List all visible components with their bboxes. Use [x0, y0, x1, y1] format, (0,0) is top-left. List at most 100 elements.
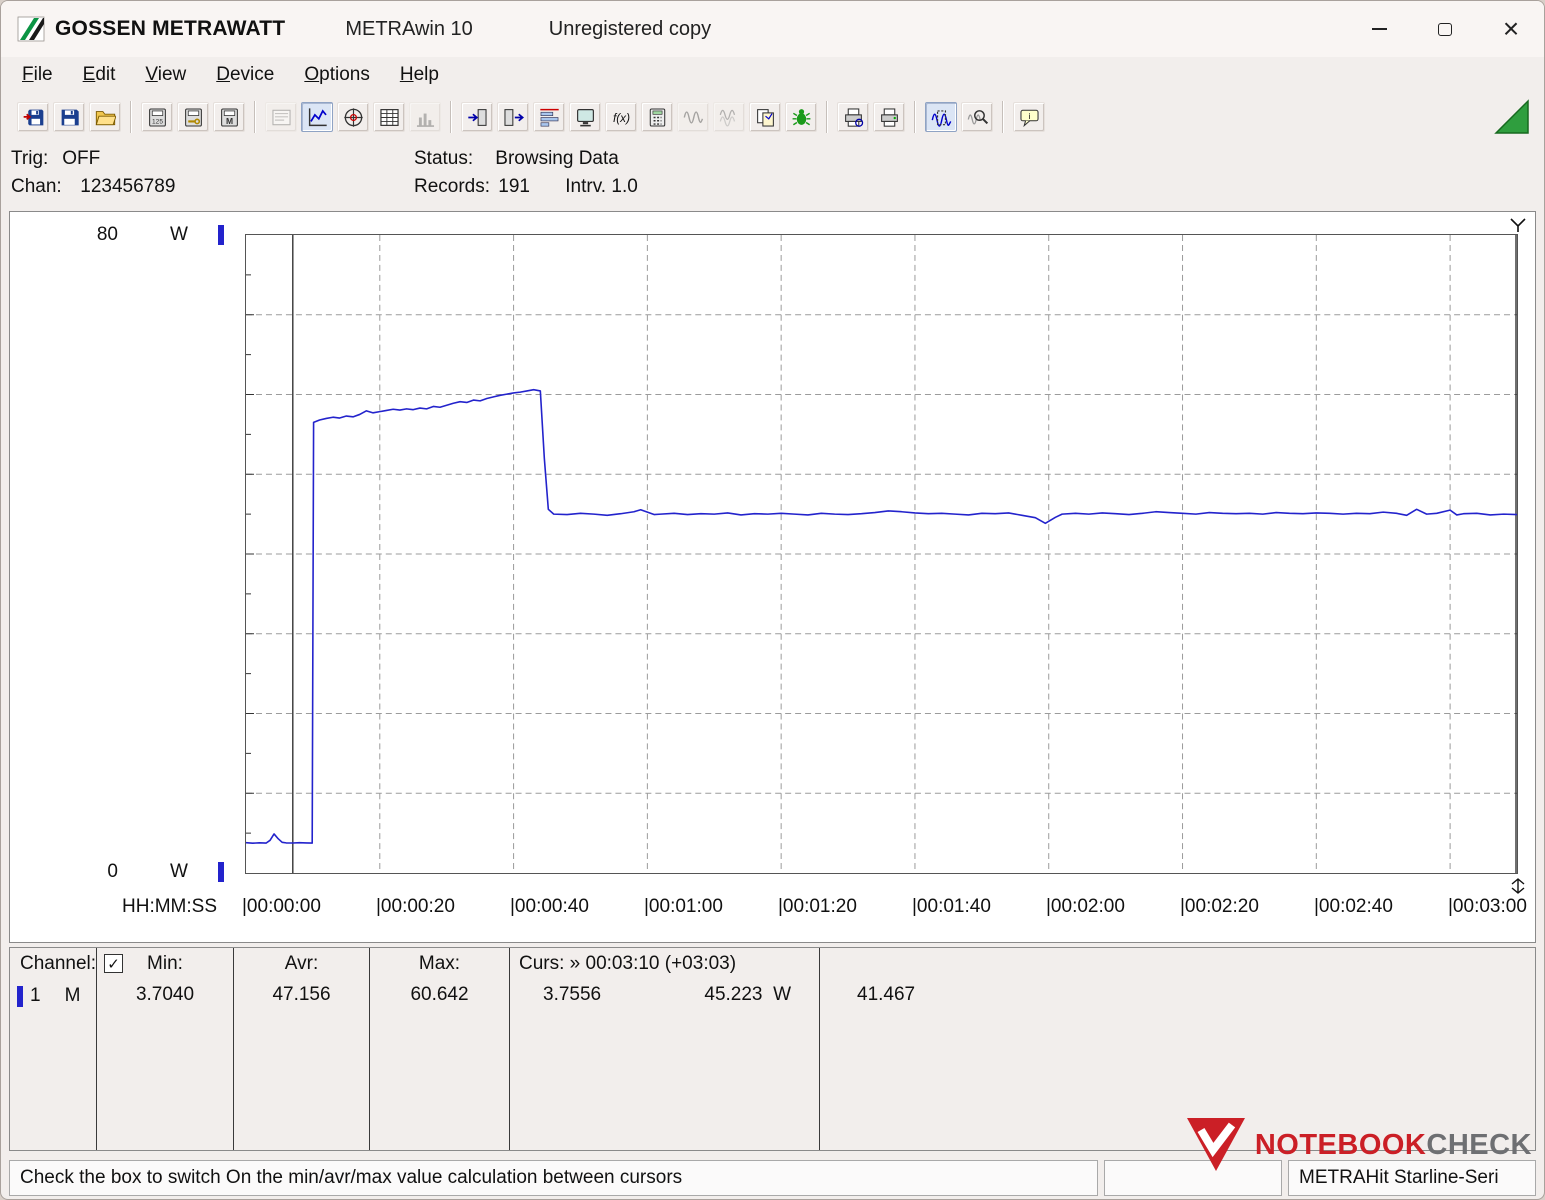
channel-row-cell: 1 M: [10, 978, 96, 1008]
calculator-view-button[interactable]: [641, 102, 673, 132]
watermark-text-notebook: NOTEBOOK: [1254, 1128, 1427, 1161]
debug-mode-icon: [791, 107, 812, 128]
monitor-view-icon: [575, 107, 596, 128]
gossen-metrawatt-logo-icon: [17, 16, 45, 42]
menu-device[interactable]: Device: [201, 60, 289, 90]
read-memory-button[interactable]: [461, 102, 493, 132]
cursor2-handle-bottom[interactable]: [1509, 878, 1527, 894]
trend-view-icon: [307, 107, 328, 128]
trend-view-button[interactable]: [301, 102, 333, 132]
device-connect-button[interactable]: [177, 102, 209, 132]
svg-text:M: M: [225, 116, 232, 126]
zoom-free-button[interactable]: [961, 102, 993, 132]
print-preview-button[interactable]: [837, 102, 869, 132]
maximize-icon: [1438, 22, 1452, 36]
cursor-column-header: Curs: » 00:03:10 (+03:03): [519, 953, 737, 974]
svg-text:f(x): f(x): [612, 111, 629, 125]
toolbar-separator: [1002, 101, 1004, 133]
notebookcheck-logo-icon: [1186, 1118, 1245, 1171]
wave-export-icon: [719, 107, 740, 128]
chart-plot-area[interactable]: [246, 235, 1517, 873]
minimize-button[interactable]: [1346, 1, 1412, 57]
x-tick-label: |00:03:00: [1448, 896, 1527, 917]
license-status: Unregistered copy: [548, 17, 712, 40]
toolbar-separator: [914, 101, 916, 133]
x-tick-label: |00:01:00: [644, 896, 723, 917]
open-file-button[interactable]: [89, 102, 121, 132]
trig-value: OFF: [62, 148, 101, 169]
formula-view-button[interactable]: f(x): [605, 102, 637, 132]
brand-name: GOSSEN METRAWATT: [55, 17, 286, 40]
notes-view-button: [265, 102, 297, 132]
status-value: Browsing Data: [495, 148, 619, 169]
x-axis-caption: HH:MM:SS: [122, 896, 217, 917]
y-axis-min-label: 0: [107, 861, 118, 882]
menu-help[interactable]: Help: [385, 60, 454, 90]
save-file-button[interactable]: [53, 102, 85, 132]
zoom-time-icon: [931, 107, 952, 128]
info-bar: Trig: OFF Chan: 123456789 Status: Browsi…: [1, 141, 1544, 205]
records-value: 191: [498, 176, 530, 197]
menu-file[interactable]: File: [7, 60, 68, 90]
cursor2-handle-top[interactable]: [1509, 217, 1527, 233]
maximize-button[interactable]: [1412, 1, 1478, 57]
power-trace: [246, 388, 1517, 844]
menu-edit[interactable]: Edit: [68, 60, 131, 90]
calculator-view-icon: [647, 107, 668, 128]
wave-view-button: [677, 102, 709, 132]
zoom-free-icon: [967, 107, 988, 128]
save-data-button[interactable]: [17, 102, 49, 132]
notebookcheck-watermark: NOTEBOOK CHECK: [1185, 1117, 1532, 1173]
device-read-icon: 125: [147, 107, 168, 128]
timeline-view-button[interactable]: [533, 102, 565, 132]
histogram-view-button: [409, 102, 441, 132]
debug-mode-button[interactable]: [785, 102, 817, 132]
channel1-axis-marker-bottom: [218, 862, 224, 882]
channel-number: 1: [30, 985, 41, 1006]
device-read-button[interactable]: 125: [141, 102, 173, 132]
x-tick-label: |00:01:20: [778, 896, 857, 917]
save-file-icon: [59, 107, 80, 128]
close-button[interactable]: ×: [1478, 1, 1544, 57]
device-settings-button[interactable]: M: [213, 102, 245, 132]
app-title: METRAwin 10: [345, 17, 473, 40]
close-icon: ×: [1502, 13, 1520, 44]
print-icon: [879, 107, 900, 128]
read-memory-icon: [467, 107, 488, 128]
scope-view-button[interactable]: [337, 102, 369, 132]
table-view-button[interactable]: [373, 102, 405, 132]
timeline-view-icon: [539, 107, 560, 128]
y-axis-unit-top: W: [170, 224, 188, 245]
max-value: 60.642: [410, 984, 469, 1005]
minimize-icon: [1371, 28, 1387, 30]
channel-mode: M: [64, 985, 81, 1006]
print-button[interactable]: [873, 102, 905, 132]
x-tick-label: |00:01:40: [912, 896, 991, 917]
cursor-delta-value: 41.467: [857, 984, 916, 1005]
max-column-header: Max:: [418, 953, 461, 974]
wave-view-icon: [683, 107, 704, 128]
y-axis-unit-bottom: W: [170, 861, 188, 882]
intrv-label: Intrv.: [565, 176, 607, 197]
expand-chart-triangle[interactable]: [1494, 99, 1530, 135]
min-value: 3.7040: [135, 984, 195, 1005]
histogram-view-icon: [415, 107, 436, 128]
menu-options[interactable]: Options: [289, 60, 384, 90]
x-tick-label: |00:02:20: [1180, 896, 1259, 917]
copy-chart-button[interactable]: [749, 102, 781, 132]
status-label: Status:: [414, 148, 474, 169]
minmax-between-cursors-checkbox[interactable]: ✓: [104, 954, 123, 973]
monitor-view-button[interactable]: [569, 102, 601, 132]
channel-column-header: Channel:: [20, 953, 97, 974]
svg-text:i: i: [1028, 110, 1030, 120]
toolbar-separator: [130, 101, 132, 133]
toolbar-separator: [450, 101, 452, 133]
hint-mode-button[interactable]: i: [1013, 102, 1045, 132]
data-export-button[interactable]: [497, 102, 529, 132]
open-file-icon: [95, 107, 116, 128]
channel1-color-marker: [17, 985, 23, 1007]
menu-view[interactable]: View: [130, 60, 201, 90]
intrv-value: 1.0: [611, 176, 638, 197]
toolbar-separator: [254, 101, 256, 133]
zoom-time-button[interactable]: [925, 102, 957, 132]
